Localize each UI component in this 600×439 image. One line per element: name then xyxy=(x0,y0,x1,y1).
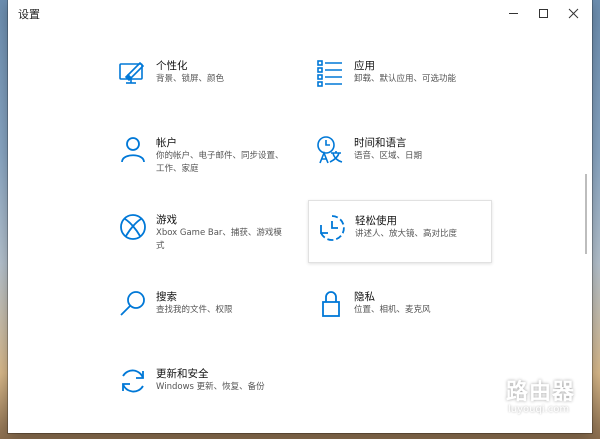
settings-item-desc: Xbox Game Bar、捕获、游戏模式 xyxy=(156,228,282,251)
close-icon xyxy=(568,8,578,18)
settings-item-name: 游戏 xyxy=(156,214,177,226)
settings-item-desc: 你的帐户、电子邮件、同步设置、工作、家庭 xyxy=(156,151,284,174)
maximize-icon xyxy=(538,8,548,18)
settings-item-personalization[interactable]: 个性化 背景、锁屏、颜色 xyxy=(118,58,306,118)
minimize-icon xyxy=(508,12,518,14)
maximize-button[interactable] xyxy=(528,0,558,26)
settings-item-apps[interactable]: 应用 卸载、默认应用、可选功能 xyxy=(316,58,504,118)
title-bar[interactable]: 设置 xyxy=(8,0,592,28)
settings-item-gaming[interactable]: 游戏 Xbox Game Bar、捕获、游戏模式 xyxy=(118,212,306,272)
sync-icon xyxy=(118,366,148,396)
personalization-icon xyxy=(118,58,148,88)
settings-item-desc: 讲述人、放大镜、高对比度 xyxy=(355,229,458,239)
watermark-title: 路由器 xyxy=(506,380,576,405)
settings-item-name: 应用 xyxy=(354,60,375,72)
router-logo-icon xyxy=(462,378,500,416)
settings-item-name: 隐私 xyxy=(354,291,375,303)
scrollbar[interactable] xyxy=(585,174,587,254)
ease-of-access-icon xyxy=(317,213,347,243)
watermark-url: luyouqi.com xyxy=(508,404,570,415)
lock-icon xyxy=(316,289,346,319)
settings-item-name: 帐户 xyxy=(156,137,177,149)
time-language-icon xyxy=(316,135,346,165)
settings-item-desc: 语音、区域、日期 xyxy=(354,151,423,161)
apps-list-icon xyxy=(316,58,346,88)
settings-item-desc: 背景、锁屏、颜色 xyxy=(156,74,225,84)
minimize-button[interactable] xyxy=(498,0,528,26)
settings-item-desc: 卸载、默认应用、可选功能 xyxy=(354,74,457,84)
close-button[interactable] xyxy=(558,0,588,26)
settings-item-ease-of-access[interactable]: 轻松使用 讲述人、放大镜、高对比度 xyxy=(308,200,492,263)
settings-item-update-security[interactable]: 更新和安全 Windows 更新、恢复、备份 xyxy=(118,366,306,426)
person-icon xyxy=(118,135,148,165)
window-title: 设置 xyxy=(18,8,40,21)
settings-item-accounts[interactable]: 帐户 你的帐户、电子邮件、同步设置、工作、家庭 xyxy=(118,135,306,195)
settings-item-desc: Windows 更新、恢复、备份 xyxy=(156,382,265,392)
watermark: 路由器 luyouqi.com xyxy=(462,374,590,424)
settings-item-name: 时间和语言 xyxy=(354,137,407,149)
search-icon xyxy=(118,289,148,319)
settings-item-name: 轻松使用 xyxy=(355,215,397,227)
settings-item-privacy[interactable]: 隐私 位置、相机、麦克风 xyxy=(316,289,504,349)
settings-item-desc: 查找我的文件、权限 xyxy=(156,305,233,315)
settings-window: 设置 个性化 背景、锁屏、颜色 应用 卸载、默认应用、可选功能 帐户 你的帐户、… xyxy=(8,0,592,433)
settings-item-name: 个性化 xyxy=(156,60,188,72)
settings-item-search[interactable]: 搜索 查找我的文件、权限 xyxy=(118,289,306,349)
xbox-icon xyxy=(118,212,148,242)
settings-item-name: 更新和安全 xyxy=(156,368,209,380)
settings-item-name: 搜索 xyxy=(156,291,177,303)
settings-item-desc: 位置、相机、麦克风 xyxy=(354,305,431,315)
settings-item-time-language[interactable]: 时间和语言 语音、区域、日期 xyxy=(316,135,504,195)
